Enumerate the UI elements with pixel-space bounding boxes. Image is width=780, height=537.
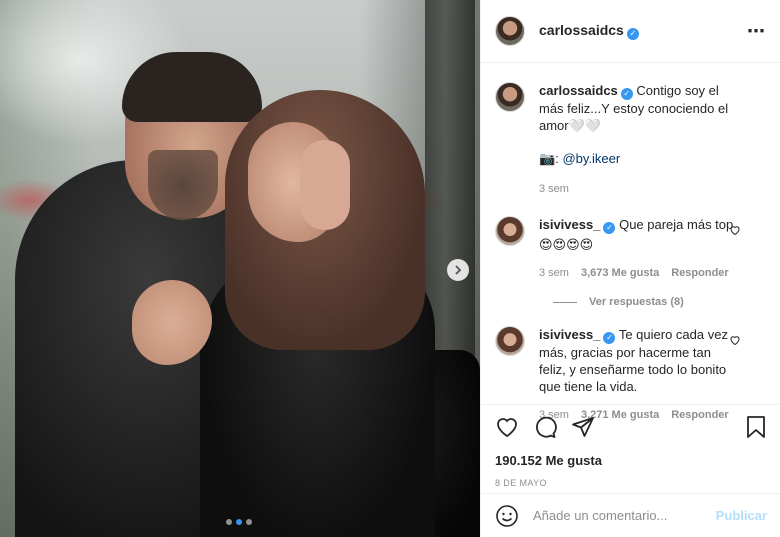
credit-link[interactable]: @by.ikeer: [562, 151, 620, 166]
comments-section: carlossaidcs ✓ Contigo soy el más feliz..…: [481, 64, 780, 421]
verified-badge-icon: ✓: [603, 332, 616, 344]
post-username-text[interactable]: carlossaidcs: [539, 22, 624, 38]
man-hair: [122, 52, 262, 122]
man-hand: [300, 140, 350, 230]
comment-text: Que pareja más top: [619, 217, 734, 232]
comment-username[interactable]: isivivess_: [539, 327, 600, 342]
man-beard: [148, 150, 218, 220]
carousel-indicator: [226, 519, 252, 525]
carousel-dot-active: [236, 519, 242, 525]
post-username[interactable]: carlossaidcs ✓: [539, 22, 639, 40]
caption-avatar[interactable]: [495, 82, 525, 112]
carousel-dot: [246, 519, 252, 525]
post-date[interactable]: 8 DE MAYO: [495, 478, 767, 488]
comment-likes[interactable]: 3,673 Me gusta: [581, 265, 659, 282]
comment-input[interactable]: [533, 508, 703, 523]
post-photo[interactable]: [0, 0, 480, 537]
share-send-icon[interactable]: [571, 415, 595, 439]
comment-like-heart-icon[interactable]: [729, 224, 741, 236]
add-comment-bar: Publicar: [481, 493, 780, 537]
comment-username[interactable]: isivivess_: [539, 217, 600, 232]
chevron-right-icon: [455, 265, 462, 275]
view-replies-button[interactable]: Ver respuestas (8): [553, 296, 767, 308]
more-options-icon[interactable]: ⋯: [747, 21, 766, 42]
caption-time[interactable]: 3 sem: [539, 181, 569, 198]
replies-divider: [553, 301, 577, 303]
comment-like-heart-icon[interactable]: [729, 334, 741, 346]
post-header: carlossaidcs ✓ ⋯: [481, 0, 780, 63]
view-replies-label[interactable]: Ver respuestas (8): [589, 296, 684, 308]
verified-badge-icon: ✓: [626, 28, 639, 40]
comment-item: isivivess_ ✓ Que pareja más top 😍😍😍😍 3 se…: [495, 216, 767, 282]
camera-emoji: 📷:: [539, 151, 559, 166]
likes-count[interactable]: 190.152 Me gusta: [495, 453, 767, 468]
emoji-smiley-icon[interactable]: [495, 504, 519, 528]
comment-avatar[interactable]: [495, 216, 525, 246]
caption-username[interactable]: carlossaidcs: [539, 83, 618, 98]
reply-button[interactable]: Responder: [671, 265, 728, 282]
avatar[interactable]: [495, 16, 525, 46]
publish-button[interactable]: Publicar: [716, 508, 767, 523]
comment-emojis: 😍😍😍😍: [539, 237, 594, 252]
comment-time[interactable]: 3 sem: [539, 265, 569, 282]
verified-badge-icon: ✓: [603, 222, 616, 234]
like-heart-icon[interactable]: [495, 415, 519, 439]
save-bookmark-icon[interactable]: [745, 415, 767, 439]
caption: carlossaidcs ✓ Contigo soy el más feliz..…: [495, 82, 767, 198]
carousel-next-button[interactable]: [447, 259, 469, 281]
carousel-dot: [226, 519, 232, 525]
comment-bubble-icon[interactable]: [533, 415, 557, 439]
verified-badge-icon: ✓: [620, 88, 633, 100]
post-side-panel: carlossaidcs ✓ ⋯ carlossaidcs ✓ Contigo so…: [480, 0, 780, 537]
comment-avatar[interactable]: [495, 326, 525, 356]
post-actions: 190.152 Me gusta 8 DE MAYO: [481, 404, 780, 488]
